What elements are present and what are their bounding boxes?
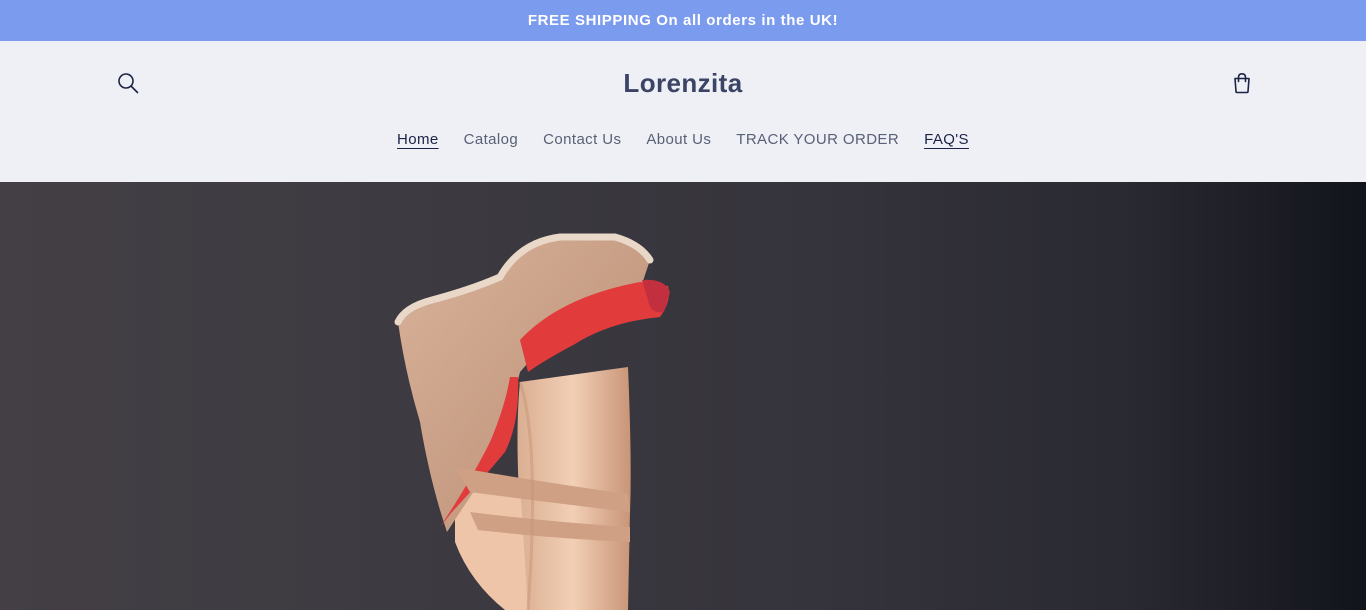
site-header: Lorenzita Home Catalog Contact Us About … bbox=[0, 41, 1366, 182]
store-logo[interactable]: Lorenzita bbox=[0, 68, 1366, 99]
nav-item-contact-us[interactable]: Contact Us bbox=[531, 130, 634, 150]
hero-banner bbox=[0, 182, 1366, 610]
nav-item-catalog[interactable]: Catalog bbox=[451, 130, 531, 150]
main-nav: Home Catalog Contact Us About Us TRACK Y… bbox=[0, 130, 1366, 150]
nav-item-faqs[interactable]: FAQ'S bbox=[912, 130, 982, 150]
nav-item-about-us[interactable]: About Us bbox=[634, 130, 724, 150]
cart-icon bbox=[1234, 72, 1250, 94]
hero-image bbox=[394, 233, 670, 610]
announcement-bar: FREE SHIPPING On all orders in the UK! bbox=[0, 0, 1366, 41]
nav-item-track-your-order[interactable]: TRACK YOUR ORDER bbox=[724, 130, 912, 150]
nav-item-home[interactable]: Home bbox=[385, 130, 452, 150]
cart-button[interactable] bbox=[1226, 67, 1258, 99]
announcement-text: FREE SHIPPING On all orders in the UK! bbox=[527, 12, 839, 29]
